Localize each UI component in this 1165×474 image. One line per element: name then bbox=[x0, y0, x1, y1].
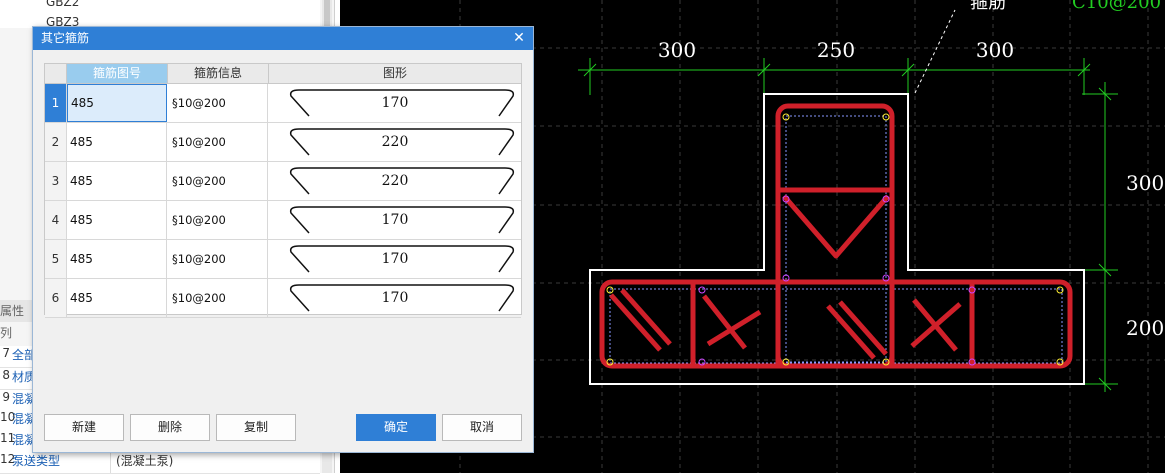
stirrup-shape-value: 170 bbox=[381, 251, 409, 267]
stirrup-info-cell[interactable]: §10@200 bbox=[168, 279, 268, 317]
dim-right-1: 300 bbox=[1126, 171, 1164, 195]
rebar-label: C10@200 bbox=[1072, 0, 1161, 13]
table-header: 箍筋图号 箍筋信息 图形 bbox=[45, 64, 521, 84]
stirrup-info-cell[interactable]: §10@200 bbox=[168, 162, 268, 200]
stirrup-shape-value: 170 bbox=[381, 95, 409, 111]
stirrup-shape-cell[interactable]: 170 bbox=[269, 279, 521, 317]
property-row-num: 9 bbox=[2, 390, 10, 404]
table-row[interactable]: 4 485 §10@200 170 bbox=[45, 201, 521, 240]
stirrup-code-cell[interactable]: 485 bbox=[67, 162, 167, 200]
row-number[interactable]: 2 bbox=[45, 123, 67, 161]
row-number[interactable]: 1 bbox=[45, 84, 67, 122]
property-row[interactable]: 12 泵送类型 (混凝土泵) bbox=[0, 452, 320, 474]
stirrup-shape-cell[interactable]: 220 bbox=[269, 123, 521, 161]
dim-top-2: 250 bbox=[817, 38, 855, 62]
dialog-title: 其它箍筋 bbox=[41, 31, 90, 45]
stirrup-shape-value: 220 bbox=[381, 134, 409, 150]
stirrup-shape-value: 220 bbox=[381, 173, 409, 189]
stirrup-shape-cell[interactable]: 170 bbox=[269, 84, 521, 122]
stirrup-code-cell[interactable]: 485 bbox=[67, 279, 167, 317]
stirrup-shape-value: 170 bbox=[381, 212, 409, 228]
property-row-num: 8 bbox=[2, 368, 10, 382]
table-row[interactable]: 1 485 §10@200 170 bbox=[45, 84, 521, 123]
property-row-num: 7 bbox=[2, 346, 10, 360]
stirrup-shape-value: 170 bbox=[381, 290, 409, 306]
stirrups bbox=[599, 103, 1073, 369]
stirrup-code-cell[interactable]: 485 bbox=[67, 123, 167, 161]
ok-button[interactable]: 确定 bbox=[356, 414, 436, 441]
property-name: 泵送类型 bbox=[12, 454, 61, 468]
stirrup-code-cell[interactable]: 485 bbox=[67, 84, 167, 122]
component-item[interactable]: GBZ2 bbox=[46, 0, 79, 9]
property-value[interactable]: (混凝土泵) bbox=[116, 452, 173, 469]
property-row-num: 11 bbox=[0, 431, 16, 445]
top-dimension-lines bbox=[578, 58, 1091, 95]
new-button[interactable]: 新建 bbox=[44, 414, 124, 441]
close-icon[interactable]: ✕ bbox=[511, 27, 527, 50]
delete-button[interactable]: 删除 bbox=[130, 414, 210, 441]
stirrup-table: 箍筋图号 箍筋信息 图形 1 485 §10@200 170 2 485 §10… bbox=[44, 63, 522, 318]
stirrup-code-cell[interactable]: 485 bbox=[67, 201, 167, 239]
leader-label: 箍筋 bbox=[970, 0, 1006, 13]
property-row-num: 10 bbox=[0, 410, 16, 424]
column-header-shape[interactable]: 图形 bbox=[269, 64, 521, 83]
property-row-num: 12 bbox=[0, 452, 16, 466]
row-number[interactable]: 5 bbox=[45, 240, 67, 278]
cancel-button[interactable]: 取消 bbox=[442, 414, 522, 441]
rebar-markers bbox=[606, 113, 1064, 366]
leader-line bbox=[914, 9, 956, 94]
column-header-code[interactable]: 箍筋图号 bbox=[67, 64, 168, 83]
table-row[interactable]: 5 485 §10@200 170 bbox=[45, 240, 521, 279]
row-number[interactable]: 4 bbox=[45, 201, 67, 239]
stirrup-info-cell[interactable]: §10@200 bbox=[168, 240, 268, 278]
row-number[interactable]: 6 bbox=[45, 279, 67, 317]
cover-line bbox=[609, 115, 1063, 364]
component-list: GBZ2 GBZ3 bbox=[0, 0, 320, 29]
stirrup-code-cell[interactable]: 485 bbox=[67, 240, 167, 278]
copy-button[interactable]: 复制 bbox=[216, 414, 296, 441]
dim-top-1: 300 bbox=[658, 38, 696, 62]
column-divider bbox=[110, 452, 111, 473]
other-stirrups-dialog: 其它箍筋 ✕ 箍筋图号 箍筋信息 图形 1 485 §10@200 170 2 … bbox=[32, 26, 534, 453]
stirrup-shape-cell[interactable]: 170 bbox=[269, 201, 521, 239]
properties-header: 属性列 bbox=[0, 300, 32, 340]
table-row[interactable]: 3 485 §10@200 220 bbox=[45, 162, 521, 201]
header-corner bbox=[45, 64, 67, 83]
table-row[interactable]: 2 485 §10@200 220 bbox=[45, 123, 521, 162]
dim-top-3: 300 bbox=[976, 38, 1014, 62]
stirrup-info-cell[interactable]: §10@200 bbox=[168, 201, 268, 239]
right-dimension-lines bbox=[1082, 82, 1118, 392]
stirrup-info-cell[interactable]: §10@200 bbox=[168, 84, 268, 122]
stirrup-info-cell[interactable]: §10@200 bbox=[168, 123, 268, 161]
row-number[interactable]: 3 bbox=[45, 162, 67, 200]
stirrup-shape-cell[interactable]: 170 bbox=[269, 240, 521, 278]
dialog-title-bar[interactable]: 其它箍筋 ✕ bbox=[33, 27, 533, 50]
dim-right-2: 200 bbox=[1126, 316, 1164, 340]
column-header-info[interactable]: 箍筋信息 bbox=[168, 64, 269, 83]
stirrup-shape-cell[interactable]: 220 bbox=[269, 162, 521, 200]
table-row[interactable]: 6 485 §10@200 170 bbox=[45, 279, 521, 318]
